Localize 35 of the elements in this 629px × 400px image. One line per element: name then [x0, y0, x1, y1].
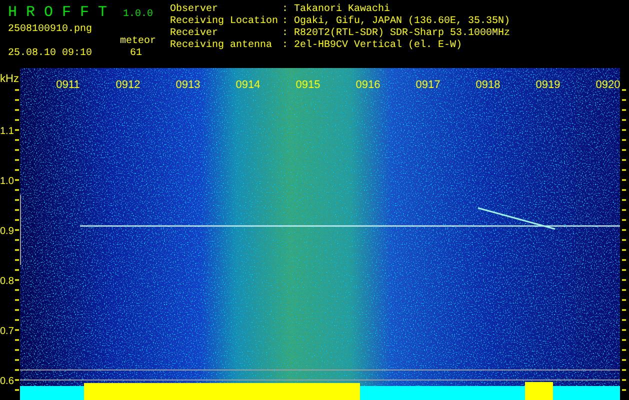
info-separator: : — [282, 28, 290, 40]
x-axis-label: 0919 — [536, 79, 560, 91]
x-axis-label: 0917 — [416, 79, 440, 91]
info-label: Receiver — [170, 28, 220, 40]
meteor-count: 61 — [130, 48, 142, 60]
info-label: Receiving Location — [170, 16, 280, 28]
info-label: Receiving antenna — [170, 40, 274, 52]
x-axis-label: 0911 — [56, 79, 80, 91]
timestamp: 25.08.10 09:10 — [8, 48, 92, 60]
x-axis-label: 0915 — [296, 79, 320, 91]
x-axis-label: 0913 — [176, 79, 200, 91]
info-value: Takanori Kawachi — [294, 4, 390, 16]
y-axis-label: 0.9 — [0, 226, 14, 237]
y-axis-label: 0.7 — [0, 326, 14, 337]
app-version: 1.0.0 — [123, 9, 154, 21]
x-axis-label: 0914 — [236, 79, 260, 91]
info-separator: : — [282, 16, 290, 28]
info-value: Ogaki, Gifu, JAPAN (136.60E, 35.35N) — [294, 16, 510, 28]
axis-unit-label: kHz — [0, 73, 19, 85]
x-axis-label: 0918 — [476, 79, 500, 91]
x-axis-label: 0912 — [116, 79, 140, 91]
y-axis-label: 1.0 — [0, 176, 14, 187]
info-separator: : — [282, 4, 290, 16]
file-name: 2508100910.png — [8, 24, 92, 36]
y-axis-label: 0.8 — [0, 276, 14, 287]
info-value: R820T2(RTL-SDR) SDR-Sharp 53.1000MHz — [294, 28, 510, 40]
info-label: Observer — [170, 4, 220, 16]
info-value: 2el-HB9CV Vertical (el. E-W) — [294, 40, 462, 52]
y-axis-label: 0.6 — [0, 376, 14, 387]
info-separator: : — [282, 40, 290, 52]
app-title: H R O F F T — [8, 4, 108, 22]
x-axis-label: 0920 — [596, 79, 620, 91]
meteor-label: meteor — [120, 36, 156, 48]
y-axis-label: 1.1 — [0, 126, 14, 137]
x-axis-label: 0916 — [356, 79, 380, 91]
